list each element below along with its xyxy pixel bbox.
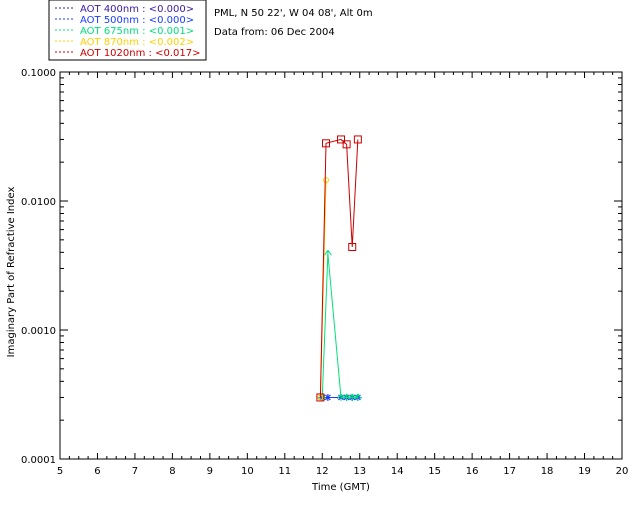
legend-item-label: AOT 675nm : <0.001> <box>80 26 194 37</box>
chart: AOT 400nm : <0.000>AOT 500nm : <0.000>AO… <box>6 0 629 493</box>
legend-item-label: AOT 500nm : <0.000> <box>80 15 194 26</box>
x-tick-label: 16 <box>466 466 479 477</box>
legend-item-label: AOT 870nm : <0.002> <box>80 37 194 48</box>
series-2 <box>318 249 362 401</box>
x-tick-label: 8 <box>169 466 175 477</box>
y-tick-label: 0.0001 <box>21 455 56 466</box>
y-tick-label: 0.0010 <box>21 326 56 337</box>
x-tick-label: 10 <box>241 466 254 477</box>
x-tick-label: 5 <box>57 466 63 477</box>
x-tick-label: 11 <box>278 466 291 477</box>
series-line <box>321 253 358 398</box>
legend-item-label: AOT 400nm : <0.000> <box>80 4 194 15</box>
info-date: Data from: 06 Dec 2004 <box>214 27 335 38</box>
x-tick-label: 9 <box>207 466 213 477</box>
x-axis: 5 6 7 8 9 10 11 12 13 14 15 16 17 18 19 20 <box>57 72 629 477</box>
y-axis: 0.0001 0.0010 0.0100 0.1000 <box>21 68 622 466</box>
info-location: PML, N 50 22', W 04 08', Alt 0m <box>214 8 373 19</box>
y-tick-label: 0.0100 <box>21 197 56 208</box>
data-point-star <box>324 393 332 401</box>
x-tick-label: 17 <box>503 466 516 477</box>
series-layer <box>316 135 362 402</box>
x-tick-label: 13 <box>353 466 366 477</box>
y-axis-label: Imaginary Part of Refractive Index <box>6 187 17 358</box>
legend-item-label: AOT 1020nm : <0.017> <box>80 48 200 59</box>
data-point-arrow <box>323 249 332 258</box>
x-tick-label: 19 <box>578 466 591 477</box>
x-axis-label: Time (GMT) <box>311 482 370 493</box>
x-tick-label: 18 <box>541 466 554 477</box>
y-tick-label: 0.1000 <box>21 68 56 79</box>
x-tick-label: 6 <box>94 466 100 477</box>
x-tick-label: 7 <box>132 466 138 477</box>
x-tick-label: 14 <box>391 466 404 477</box>
x-tick-label: 20 <box>616 466 629 477</box>
x-tick-label: 15 <box>428 466 441 477</box>
x-tick-label: 12 <box>316 466 329 477</box>
